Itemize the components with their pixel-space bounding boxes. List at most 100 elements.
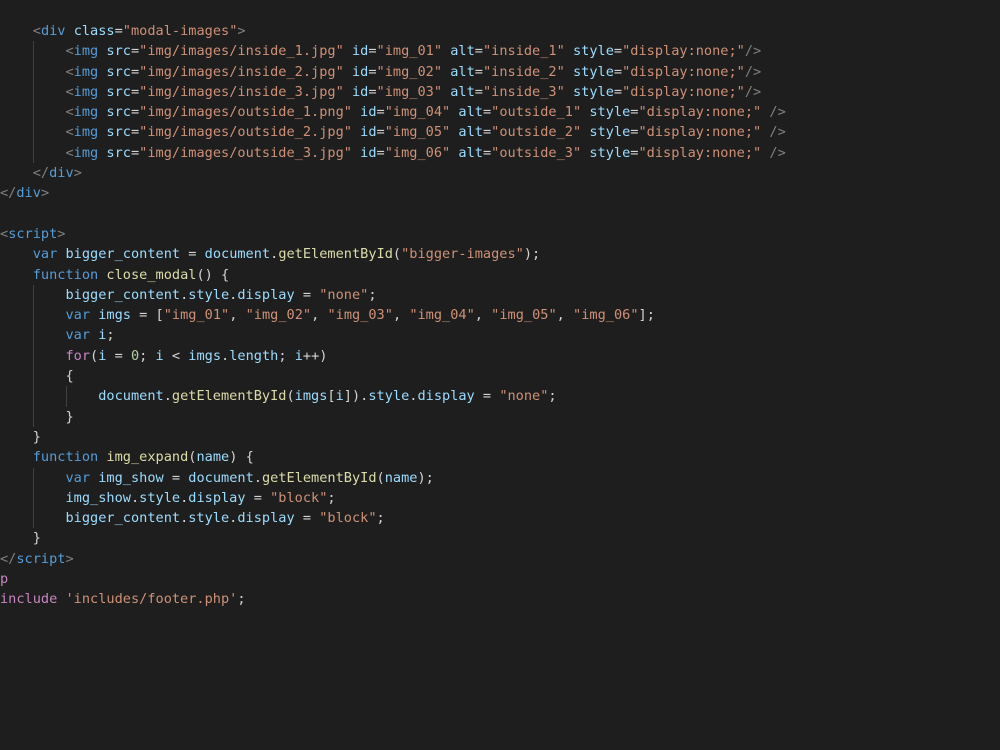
code-token: = — [613, 43, 623, 60]
code-token: alt — [458, 104, 483, 121]
code-line[interactable]: <img src="img/images/outside_2.jpg" id="… — [0, 122, 1000, 143]
code-token: img — [73, 144, 99, 161]
code-token: ( — [286, 388, 295, 405]
code-token: function — [32, 266, 99, 283]
code-token: [ — [327, 388, 336, 405]
code-line[interactable]: bigger_content.style.display = "block"; — [0, 508, 1000, 529]
code-token: ); — [417, 469, 434, 486]
code-token: img_show — [98, 469, 164, 486]
code-line[interactable]: } — [0, 427, 1000, 447]
code-line[interactable]: for(i = 0; i < imgs.length; i++) — [0, 345, 1000, 367]
code-token: 'includes/footer.php' — [65, 591, 238, 608]
code-line[interactable]: var bigger_content = document.getElement… — [0, 244, 1000, 264]
code-token: "none" — [319, 286, 369, 303]
code-token: = — [245, 489, 271, 506]
code-line[interactable]: var img_show = document.getElementById(n… — [0, 467, 1000, 488]
code-token: "display:none;" — [622, 63, 745, 80]
code-token: img — [73, 124, 99, 141]
code-line[interactable]: { — [0, 366, 1000, 387]
code-token: = — [376, 144, 385, 161]
code-area[interactable]: <div class="modal-images"> <img src="img… — [0, 21, 1000, 610]
code-token: </ — [0, 550, 17, 567]
code-line[interactable]: bigger_content.style.display = "none"; — [0, 284, 1000, 306]
code-token: script — [8, 225, 58, 242]
code-token: , — [474, 307, 492, 324]
code-line[interactable]: img_show.style.display = "block"; — [0, 487, 1000, 509]
code-line[interactable]: <script> — [0, 224, 1000, 244]
code-token: "block" — [270, 489, 328, 506]
code-token: "img_05" — [384, 124, 451, 141]
code-line[interactable]: <img src="img/images/inside_2.jpg" id="i… — [0, 61, 1000, 82]
code-line[interactable]: var imgs = ["img_01", "img_02", "img_03"… — [0, 305, 1000, 326]
code-token: i — [294, 347, 303, 364]
code-token: = — [368, 83, 377, 100]
code-token: ; — [278, 347, 295, 364]
code-token: "img_01" — [163, 307, 230, 324]
code-token: ) { — [229, 449, 254, 466]
code-token: < — [65, 43, 74, 60]
code-token: = — [482, 104, 492, 121]
code-token: style — [589, 104, 631, 121]
code-token: /> — [744, 43, 762, 60]
code-line[interactable]: } — [0, 406, 1000, 427]
code-line[interactable]: } — [0, 528, 1000, 548]
code-token: display — [188, 489, 246, 506]
code-token: , — [311, 307, 328, 324]
code-token: . — [253, 469, 262, 486]
code-token: ; — [327, 489, 336, 506]
code-line[interactable]: function close_modal() { — [0, 265, 1000, 285]
code-token: script — [16, 550, 66, 567]
code-token: style — [368, 388, 410, 405]
code-token: div — [49, 165, 74, 182]
code-line[interactable]: </div> — [0, 163, 1000, 183]
code-editor[interactable]: <div class="modal-images"> <img src="img… — [0, 0, 1000, 750]
code-token: "display:none;" — [638, 104, 762, 121]
code-token: ; — [368, 286, 377, 303]
code-token: "display:none;" — [638, 124, 762, 141]
code-line[interactable]: <img src="img/images/outside_1.png" id="… — [0, 102, 1000, 123]
code-token: = — [376, 104, 385, 121]
code-token: = — [368, 63, 377, 80]
code-token: "inside_3" — [482, 83, 565, 100]
code-token: = — [294, 510, 320, 527]
code-line[interactable]: include 'includes/footer.php'; — [0, 589, 1000, 609]
code-token: var — [65, 327, 91, 344]
code-token: i — [155, 347, 164, 364]
code-token: display — [237, 510, 295, 527]
code-token: style — [572, 63, 614, 80]
code-line[interactable]: </div> — [0, 183, 1000, 203]
code-line[interactable] — [0, 204, 1000, 224]
code-token: document — [188, 469, 254, 486]
code-line[interactable]: p — [0, 569, 1000, 589]
code-token: class — [73, 23, 115, 39]
code-token: document — [204, 246, 271, 263]
code-token: = — [180, 246, 205, 263]
code-token: = — [130, 43, 140, 60]
code-line[interactable]: <img src="img/images/inside_3.jpg" id="i… — [0, 81, 1000, 103]
code-token: </ — [0, 185, 17, 202]
code-line[interactable]: document.getElementById(imgs[i]).style.d… — [0, 386, 1000, 407]
code-line[interactable]: var i; — [0, 325, 1000, 346]
code-token: close_modal — [106, 266, 197, 283]
code-token: "outside_2" — [491, 124, 582, 141]
code-line[interactable]: <img src="img/images/inside_1.jpg" id="i… — [0, 41, 1000, 62]
code-line[interactable]: <div class="modal-images"> — [0, 21, 1000, 41]
code-line[interactable]: function img_expand(name) { — [0, 447, 1000, 467]
code-token: display — [417, 388, 475, 405]
code-line[interactable]: <img src="img/images/outside_3.jpg" id="… — [0, 142, 1000, 164]
code-token: "inside_2" — [482, 63, 565, 80]
code-line[interactable]: </script> — [0, 549, 1000, 569]
